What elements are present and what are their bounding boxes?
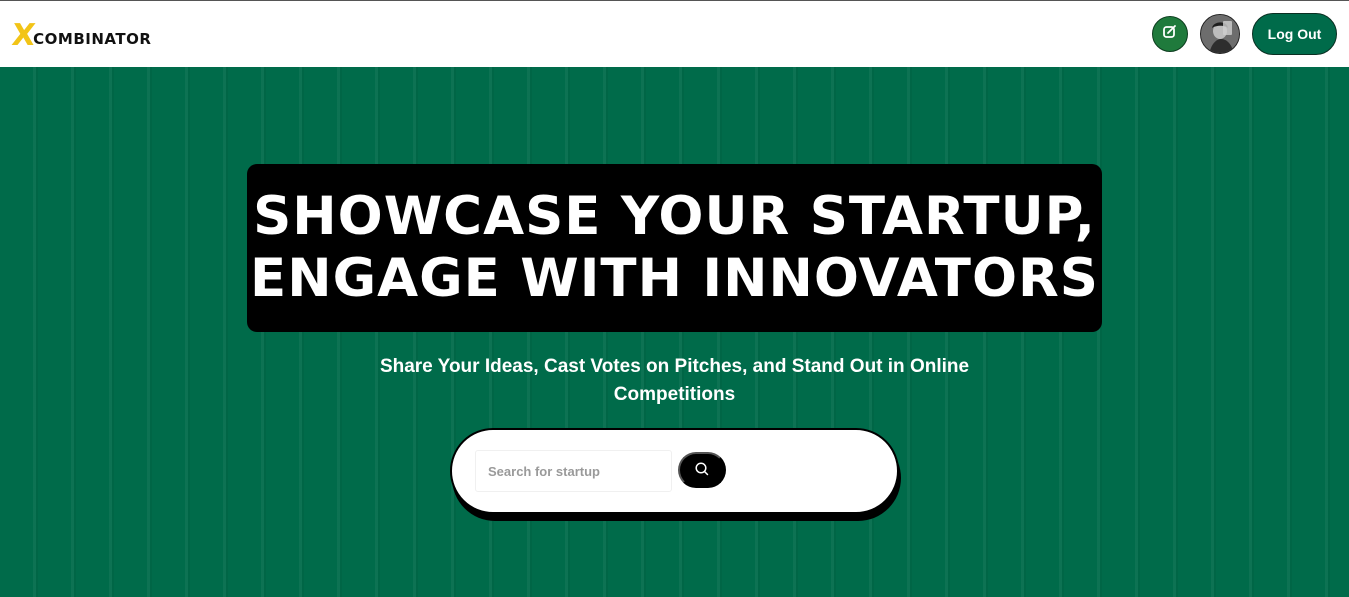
logo-text: COMBINATOR [33, 30, 152, 48]
search-input[interactable] [475, 450, 672, 492]
nav-actions: Log Out [1152, 13, 1337, 55]
headline-box: SHOWCASE YOUR STARTUP, ENGAGE WITH INNOV… [247, 164, 1102, 332]
navbar: X COMBINATOR Log Out [0, 0, 1349, 67]
page-title: SHOWCASE YOUR STARTUP, ENGAGE WITH INNOV… [250, 186, 1099, 310]
avatar-photo [1201, 15, 1239, 53]
search-button[interactable] [678, 452, 726, 488]
avatar[interactable] [1200, 14, 1240, 54]
hero-section: SHOWCASE YOUR STARTUP, ENGAGE WITH INNOV… [0, 67, 1349, 597]
headline-line-1: SHOWCASE YOUR STARTUP, [253, 186, 1096, 247]
hero-subtitle: Share Your Ideas, Cast Votes on Pitches,… [379, 356, 970, 405]
logo-mark: X [10, 18, 38, 53]
search-icon [694, 461, 710, 480]
logout-button[interactable]: Log Out [1252, 13, 1337, 55]
logo-link[interactable]: X COMBINATOR [10, 18, 152, 53]
edit-square-icon [1162, 24, 1178, 45]
create-startup-button[interactable] [1152, 16, 1188, 52]
headline-line-2: ENGAGE WITH INNOVATORS [250, 248, 1099, 309]
search-form [450, 428, 899, 514]
